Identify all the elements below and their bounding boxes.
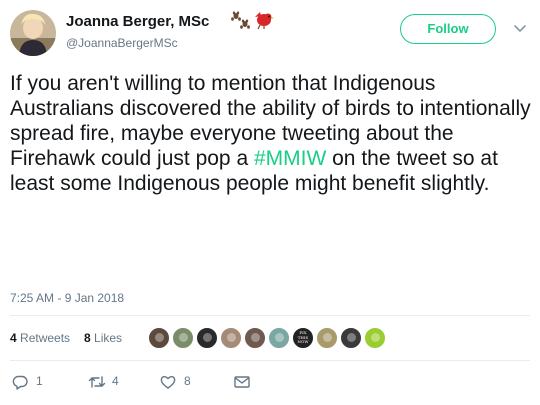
liker-avatar-8[interactable] <box>316 327 338 349</box>
like-count: 8 <box>184 374 191 388</box>
envelope-icon <box>234 376 250 388</box>
liker-avatar-4[interactable] <box>220 327 242 349</box>
liker-face <box>251 333 260 342</box>
tweet-card: Joanna Berger, MSc @JoannaBergerMSc Foll… <box>0 0 540 405</box>
retweets-stat-count: 4 <box>10 331 17 345</box>
author-handle[interactable]: @JoannaBergerMSc <box>66 36 178 50</box>
retweet-count: 4 <box>112 374 119 388</box>
author-avatar[interactable] <box>10 10 56 56</box>
liker-avatar-1[interactable] <box>148 327 170 349</box>
liker-face <box>227 333 236 342</box>
liker-avatar-2[interactable] <box>172 327 194 349</box>
red-bird-icon <box>255 12 274 30</box>
reply-icon <box>12 375 28 390</box>
liker-face <box>275 333 284 342</box>
hashtag-link[interactable]: #MMIW <box>254 147 326 170</box>
likes-stat-count: 8 <box>84 331 91 345</box>
liker-avatar-7[interactable]: FIX THIS NOW <box>292 327 314 349</box>
liker-badge-text: NOW <box>297 339 309 345</box>
divider-top <box>10 315 530 316</box>
reply-count: 1 <box>36 374 43 388</box>
divider-bottom <box>10 360 530 361</box>
likes-stat[interactable]: 8 Likes <box>84 331 122 345</box>
liker-face <box>323 333 332 342</box>
liker-face <box>347 333 356 342</box>
tweet-stats: 4 Retweets 8 Likes <box>10 331 122 345</box>
heart-icon <box>160 375 176 389</box>
tweet-text: If you aren't willing to mention that In… <box>10 71 535 196</box>
tweet-timestamp[interactable]: 7:25 AM - 9 Jan 2018 <box>10 291 124 305</box>
liker-face <box>179 333 188 342</box>
liker-avatar-3[interactable] <box>196 327 218 349</box>
likes-stat-label: Likes <box>94 331 123 345</box>
chevron-down-icon[interactable] <box>513 23 527 35</box>
liker-avatar-5[interactable] <box>244 327 266 349</box>
retweets-stat-label: Retweets <box>20 331 71 345</box>
author-display-name[interactable]: Joanna Berger, MSc <box>66 13 209 30</box>
liker-avatar-9[interactable] <box>340 327 362 349</box>
liker-face <box>203 333 212 342</box>
liker-avatar-10[interactable] <box>364 327 386 349</box>
liker-face <box>371 333 380 342</box>
liker-face <box>155 333 164 342</box>
author-avatar-image <box>10 10 56 56</box>
liker-avatar-6[interactable] <box>268 327 290 349</box>
retweet-icon <box>88 376 106 388</box>
follow-button[interactable]: Follow <box>400 14 496 44</box>
paw-prints-icon <box>231 11 250 29</box>
retweets-stat[interactable]: 4 Retweets <box>10 331 70 345</box>
